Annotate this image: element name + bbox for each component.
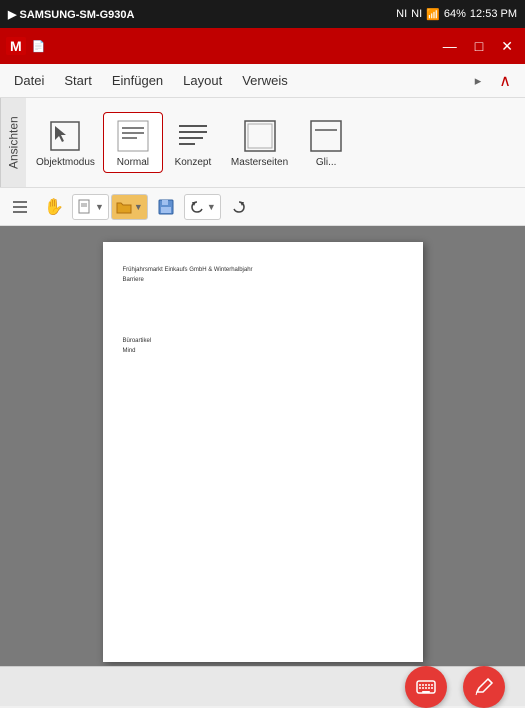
ribbon-gliederung[interactable]: Gli... (296, 113, 356, 172)
masterseiten-icon (241, 117, 279, 155)
app-bar: M 📄 — □ ✕ (0, 28, 525, 64)
window-controls[interactable]: — □ ✕ (437, 36, 519, 57)
doc-text-line1: Frühjahrsmarkt Einkaufs GmbH & Winterhal… (123, 266, 403, 274)
undo-dropdown-arrow: ▼ (207, 202, 216, 212)
ribbon: Ansichten Objektmodus (0, 98, 525, 188)
gmail-icon: M (6, 37, 26, 55)
normal-label: Normal (117, 157, 149, 168)
bottom-bar (0, 666, 525, 706)
menu-layout[interactable]: Layout (173, 67, 232, 94)
menu-overflow-icon[interactable]: ▸ (467, 67, 490, 95)
masterseiten-label: Masterseiten (231, 157, 288, 168)
konzept-icon (174, 117, 212, 155)
keyboard-fab[interactable] (405, 666, 447, 708)
maximize-icon[interactable]: □ (469, 36, 489, 56)
minimize-icon[interactable]: — (437, 36, 463, 56)
doc-text-line2: Barriere (123, 276, 403, 284)
battery-icon: 64% (444, 8, 466, 20)
toolbar-undo-dropdown[interactable]: ▼ (184, 194, 221, 220)
toolbar2: ✋ ▼ ▼ ▼ (0, 188, 525, 226)
samsung-device-label: ▶ SAMSUNG-SM-G930A (8, 8, 134, 21)
status-left: ▶ SAMSUNG-SM-G930A (8, 8, 134, 21)
toolbar-menu-btn[interactable] (4, 192, 36, 222)
ribbon-objektmodus[interactable]: Objektmodus (28, 113, 103, 172)
edit-fab[interactable] (463, 666, 505, 708)
toolbar-redo-btn[interactable] (223, 192, 255, 222)
doc-type-icon: 📄 (32, 40, 46, 53)
normal-icon (114, 117, 152, 155)
menu-verweis[interactable]: Verweis (232, 67, 298, 94)
time-display: 12:53 PM (470, 8, 517, 20)
doc-text-section2-line1: Büroartikel (123, 337, 403, 345)
ribbon-konzept[interactable]: Konzept (163, 113, 223, 172)
toolbar-hand-btn[interactable]: ✋ (38, 192, 70, 222)
toolbar-folder-dropdown[interactable]: ▼ (111, 194, 148, 220)
objektmodus-label: Objektmodus (36, 157, 95, 168)
ribbon-tab-ansichten[interactable]: Ansichten (0, 98, 26, 187)
gliederung-icon (307, 117, 345, 155)
document-page[interactable]: Frühjahrsmarkt Einkaufs GmbH & Winterhal… (103, 242, 423, 662)
objektmodus-icon (46, 117, 84, 155)
menu-datei[interactable]: Datei (4, 67, 54, 94)
toolbar-save-btn[interactable] (150, 192, 182, 222)
ribbon-items: Objektmodus Normal (26, 98, 525, 187)
document-area: Frühjahrsmarkt Einkaufs GmbH & Winterhal… (0, 226, 525, 666)
menu-start[interactable]: Start (54, 67, 101, 94)
nfc-icon: NI (411, 8, 422, 20)
menu-einfuegen[interactable]: Einfügen (102, 67, 173, 94)
wifi-icon: NI (396, 8, 407, 20)
menu-bar: Datei Start Einfügen Layout Verweis ▸ ∧ (0, 64, 525, 98)
doc-text-section2-line2: Mind (123, 347, 403, 355)
app-bar-left: M 📄 (6, 37, 45, 55)
ribbon-masterseiten[interactable]: Masterseiten (223, 113, 296, 172)
page-dropdown-arrow: ▼ (95, 202, 104, 212)
gliederung-label: Gli... (316, 157, 337, 168)
status-bar: ▶ SAMSUNG-SM-G930A NI NI 📶 64% 12:53 PM (0, 0, 525, 28)
close-icon[interactable]: ✕ (495, 36, 519, 57)
ribbon-normal[interactable]: Normal (103, 112, 163, 173)
folder-dropdown-arrow: ▼ (134, 202, 143, 212)
signal-icon: 📶 (426, 8, 440, 21)
ribbon-collapse-btn[interactable]: ∧ (489, 65, 521, 97)
konzept-label: Konzept (175, 157, 212, 168)
toolbar-page-dropdown[interactable]: ▼ (72, 194, 109, 220)
status-right: NI NI 📶 64% 12:53 PM (396, 8, 517, 21)
